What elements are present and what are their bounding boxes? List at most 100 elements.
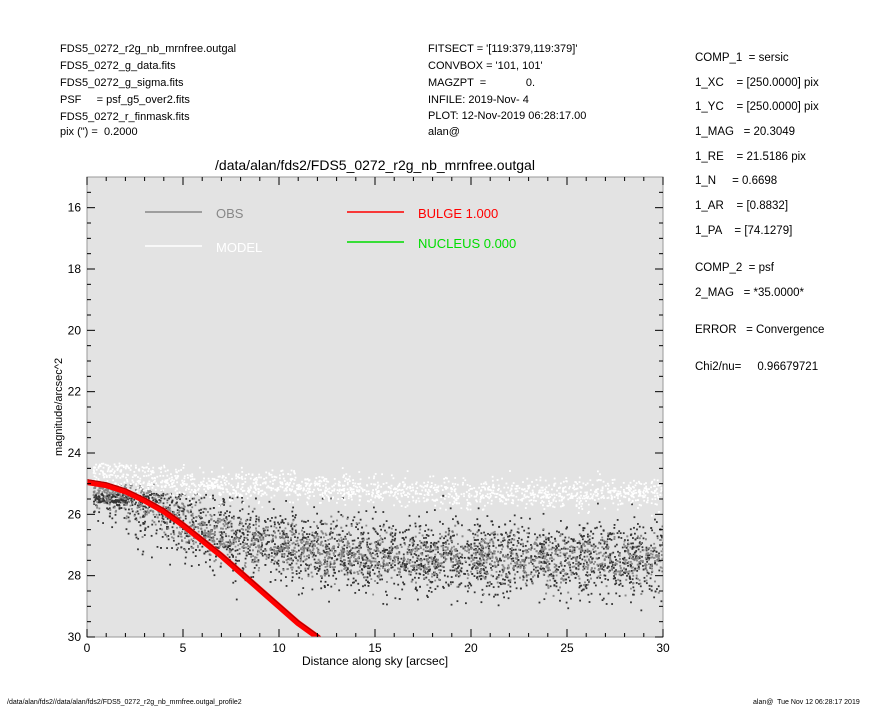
scatter-point	[569, 579, 571, 582]
scatter-point	[206, 550, 209, 553]
scatter-point	[249, 516, 252, 519]
scatter-point	[512, 544, 515, 546]
scatter-point	[415, 572, 418, 575]
scatter-point	[514, 581, 516, 584]
scatter-point	[402, 565, 405, 568]
scatter-point	[264, 564, 267, 566]
scatter-point	[516, 540, 519, 542]
scatter-point	[217, 517, 220, 520]
scatter-point	[444, 541, 447, 544]
scatter-point	[365, 562, 368, 564]
scatter-point	[420, 564, 423, 566]
scatter-point	[572, 538, 575, 541]
scatter-point	[603, 559, 606, 561]
scatter-point	[247, 547, 250, 550]
scatter-point	[111, 526, 114, 529]
scatter-point	[346, 546, 348, 549]
scatter-point	[355, 526, 357, 528]
scatter-point	[221, 543, 224, 545]
scatter-point	[559, 533, 562, 536]
scatter-point	[371, 556, 374, 559]
scatter-point	[303, 531, 306, 533]
scatter-point	[656, 535, 659, 538]
scatter-point	[310, 541, 313, 544]
scatter-point	[390, 531, 393, 534]
scatter-point	[473, 564, 476, 567]
scatter-point	[516, 563, 519, 565]
scatter-point	[255, 530, 258, 532]
scatter-point	[386, 581, 388, 583]
scatter-point	[511, 547, 513, 549]
scatter-point	[350, 584, 353, 587]
scatter-point	[571, 565, 574, 568]
scatter-point	[509, 590, 512, 593]
scatter-point	[602, 547, 605, 550]
scatter-point	[517, 527, 520, 530]
scatter-point	[235, 556, 237, 559]
scatter-point	[452, 518, 454, 521]
scatter-point	[327, 551, 330, 554]
scatter-point	[124, 504, 127, 506]
scatter-point	[427, 565, 430, 568]
scatter-point	[274, 516, 277, 519]
scatter-point	[630, 566, 633, 569]
scatter-point	[290, 525, 293, 528]
scatter-point	[402, 531, 404, 534]
scatter-point	[211, 532, 214, 535]
scatter-point	[233, 532, 236, 535]
scatter-point	[520, 517, 523, 519]
scatter-point	[604, 574, 607, 577]
scatter-point	[448, 529, 451, 532]
scatter-point	[354, 553, 357, 555]
scatter-point	[503, 578, 506, 581]
scatter-point	[391, 543, 394, 545]
scatter-point	[200, 497, 203, 500]
scatter-point	[392, 559, 394, 562]
scatter-point	[628, 581, 631, 584]
scatter-point	[124, 501, 127, 504]
scatter-point	[198, 549, 201, 552]
scatter-point	[547, 586, 550, 589]
scatter-point	[164, 493, 167, 496]
scatter-point	[460, 567, 463, 570]
scatter-point	[516, 570, 519, 573]
scatter-point	[600, 539, 602, 541]
scatter-point	[361, 568, 364, 571]
scatter-point	[313, 543, 316, 546]
scatter-point	[369, 574, 371, 577]
scatter-point	[605, 603, 608, 605]
scatter-point	[631, 503, 633, 506]
scatter-point	[160, 520, 163, 523]
scatter-point	[432, 534, 435, 536]
scatter-point	[628, 570, 631, 573]
scatter-point	[354, 579, 357, 582]
scatter-point	[195, 501, 198, 504]
scatter-point	[380, 537, 383, 540]
scatter-point	[524, 544, 527, 547]
scatter-point	[270, 571, 272, 573]
scatter-point	[254, 539, 257, 542]
scatter-point	[273, 556, 276, 559]
scatter-point	[551, 542, 554, 545]
scatter-point	[590, 592, 593, 595]
scatter-point	[243, 536, 246, 539]
scatter-point	[473, 562, 476, 564]
scatter-point	[645, 574, 648, 577]
scatter-point	[424, 530, 427, 532]
scatter-point	[264, 549, 266, 552]
scatter-point	[188, 548, 190, 550]
scatter-point	[513, 523, 516, 526]
scatter-point	[229, 505, 232, 508]
scatter-point	[607, 532, 610, 535]
scatter-point	[547, 566, 550, 569]
scatter-point	[335, 577, 338, 580]
scatter-point	[184, 562, 187, 565]
scatter-point	[260, 545, 263, 548]
scatter-point	[193, 497, 196, 500]
scatter-point	[316, 547, 319, 549]
scatter-point	[423, 558, 426, 561]
scatter-point	[546, 579, 549, 582]
scatter-point	[339, 559, 342, 562]
scatter-point	[476, 569, 479, 572]
scatter-point	[607, 534, 610, 537]
